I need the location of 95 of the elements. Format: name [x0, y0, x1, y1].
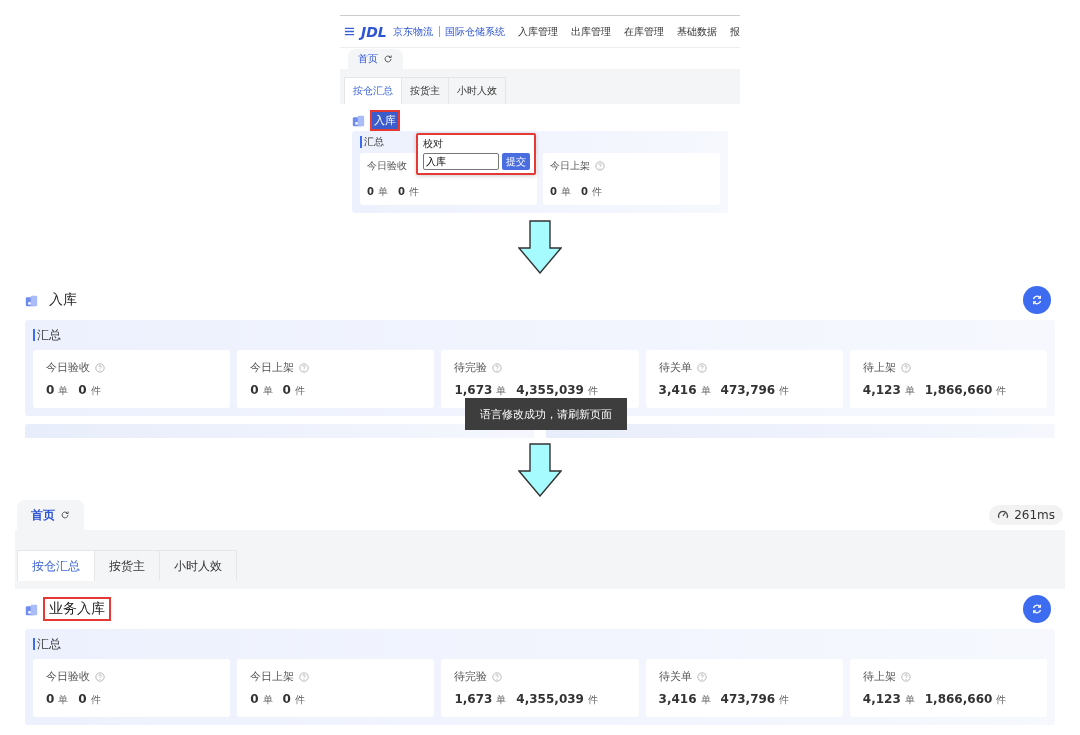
- stat-unit: 单: [58, 384, 69, 398]
- stat-unit: 单: [496, 693, 507, 707]
- stat-value: 0: [46, 383, 55, 397]
- gauge-icon: [997, 509, 1010, 521]
- stat-title: 今日验收: [46, 360, 90, 375]
- stat-title: 待关单: [658, 360, 692, 375]
- stat-unit: 件: [294, 384, 305, 398]
- stat-unit: 件: [408, 185, 419, 199]
- building-icon: [25, 293, 38, 307]
- stat-unit: 单: [904, 384, 915, 398]
- tab[interactable]: 按仓汇总: [18, 551, 94, 581]
- stat-unit: 单: [496, 384, 507, 398]
- down-arrow: [518, 219, 562, 274]
- stat-unit: 单: [262, 384, 273, 398]
- stat-title: 待上架: [862, 360, 896, 375]
- stat-unit: 件: [90, 693, 101, 707]
- submit-button[interactable]: 提交: [502, 153, 530, 170]
- stat-unit: 件: [587, 693, 598, 707]
- menu-item[interactable]: 报: [730, 24, 740, 39]
- stat-value: 0: [580, 186, 588, 197]
- response-time-badge: 261ms: [989, 505, 1063, 525]
- stat-unit: 件: [294, 693, 305, 707]
- stat-value: 0: [367, 186, 374, 197]
- stat-title: 待关单: [658, 669, 692, 684]
- stat-value: 0: [282, 692, 291, 706]
- building-icon: [352, 114, 365, 127]
- stat-value: 4,123: [862, 692, 901, 706]
- stat-title: 今日上架: [550, 159, 590, 173]
- reload-icon: [383, 54, 393, 64]
- section-title: 入库: [370, 110, 400, 131]
- summary-label: 汇总: [364, 135, 384, 149]
- stat-value: 473,796: [720, 383, 776, 397]
- stat-value: 0: [46, 692, 55, 706]
- stat-value: 3,416: [658, 383, 697, 397]
- refresh-button[interactable]: [1023, 286, 1051, 314]
- refresh-button[interactable]: [1023, 595, 1051, 623]
- menu-item[interactable]: 基础数据: [677, 24, 717, 39]
- stat-value: 0: [250, 692, 259, 706]
- refresh-icon: [1031, 294, 1043, 306]
- stat-unit: 件: [779, 693, 790, 707]
- menu-item[interactable]: 出库管理: [571, 24, 611, 39]
- stat-title: 今日验收: [367, 159, 407, 173]
- stat-unit: 件: [587, 384, 598, 398]
- stat-value: 1,673: [454, 383, 493, 397]
- stat-unit: 单: [377, 185, 388, 199]
- stat-value: 4,355,039: [516, 692, 584, 706]
- stat-value: 3,416: [658, 692, 697, 706]
- stat-title: 待上架: [862, 669, 896, 684]
- stat-unit: 单: [262, 693, 273, 707]
- tab[interactable]: 按仓汇总: [345, 78, 401, 104]
- stat-title: 今日上架: [250, 669, 295, 684]
- stat-value: 0: [78, 383, 87, 397]
- building-icon: [25, 602, 38, 616]
- stat-title: 待完验: [454, 669, 488, 684]
- stat-value: 0: [78, 692, 87, 706]
- stat-value: 0: [550, 186, 557, 197]
- page-tab[interactable]: 首页: [348, 49, 403, 69]
- system-name: 国际仓储系统: [445, 24, 505, 39]
- stat-value: 0: [397, 186, 405, 197]
- stat-unit: 单: [904, 693, 915, 707]
- brand-name: 京东物流: [392, 24, 433, 39]
- stat-value: 1,866,660: [924, 383, 993, 397]
- stat-title: 今日验收: [46, 669, 90, 684]
- stat-unit: 件: [996, 693, 1007, 707]
- summary-label: 汇总: [37, 635, 61, 653]
- reload-icon: [60, 510, 70, 520]
- toast-message: 语言修改成功，请刷新页面: [465, 398, 627, 430]
- menu-item[interactable]: 入库管理: [518, 24, 558, 39]
- menu-icon: [344, 26, 355, 38]
- stat-unit: 件: [591, 185, 602, 199]
- stat-unit: 件: [90, 384, 101, 398]
- stat-title: 待完验: [454, 360, 488, 375]
- stat-unit: 单: [700, 384, 711, 398]
- page-tab[interactable]: 首页: [17, 500, 84, 530]
- stat-unit: 单: [560, 185, 571, 199]
- popover-title: 校对: [423, 137, 444, 151]
- down-arrow: [518, 443, 562, 497]
- stat-value: 0: [282, 383, 291, 397]
- stat-value: 0: [250, 383, 259, 397]
- section-title: 入库: [48, 290, 78, 309]
- stat-value: 1,866,660: [924, 692, 993, 706]
- stat-unit: 单: [58, 693, 69, 707]
- stat-unit: 单: [700, 693, 711, 707]
- stat-title: 今日上架: [250, 360, 295, 375]
- stat-value: 473,796: [720, 692, 776, 706]
- stat-unit: 件: [779, 384, 790, 398]
- stat-value: 1,673: [454, 692, 493, 706]
- text-input[interactable]: 入库: [423, 153, 499, 170]
- stat-value: 4,355,039: [516, 383, 584, 397]
- stat-value: 4,123: [862, 383, 901, 397]
- menu-item[interactable]: 在库管理: [624, 24, 664, 39]
- stat-unit: 件: [996, 384, 1007, 398]
- summary-label: 汇总: [37, 326, 61, 344]
- refresh-icon: [1031, 603, 1043, 615]
- section-title: 业务入库: [43, 597, 111, 621]
